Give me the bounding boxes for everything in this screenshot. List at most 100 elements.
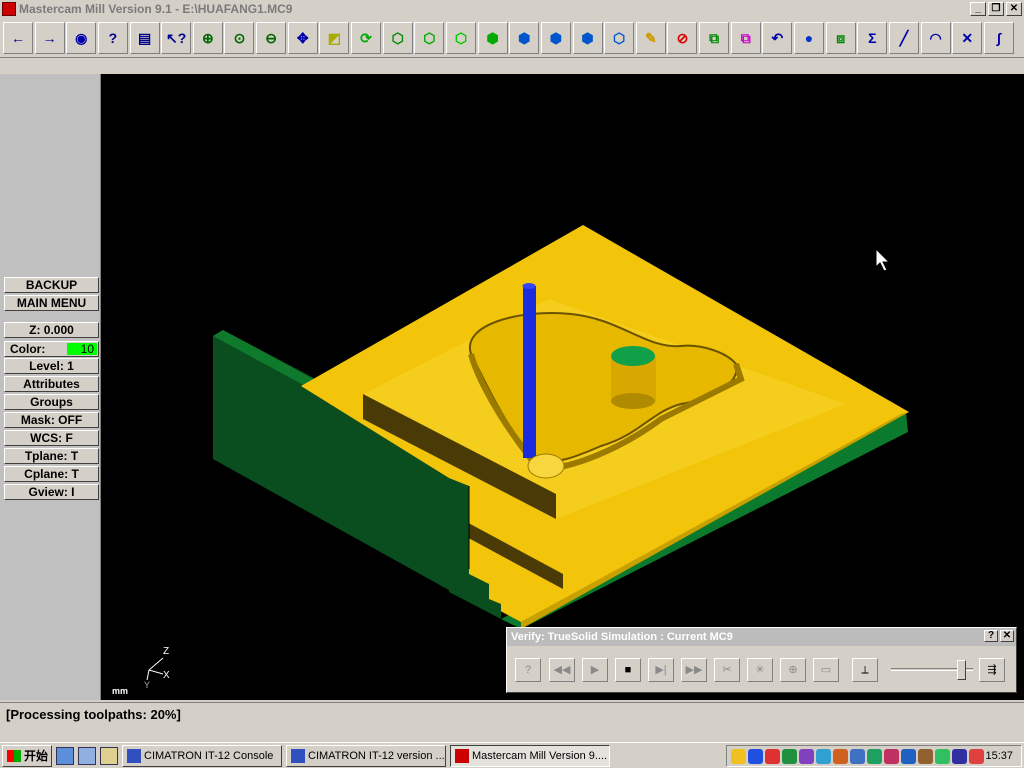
spline-icon[interactable]: ∫ bbox=[983, 22, 1014, 54]
tray-icon[interactable] bbox=[765, 748, 780, 764]
verify-help-button[interactable]: ? bbox=[984, 630, 998, 642]
backup-button[interactable]: BACKUP bbox=[4, 277, 99, 293]
minimize-button[interactable]: _ bbox=[970, 2, 986, 16]
side-view-icon[interactable]: ⬡ bbox=[445, 22, 476, 54]
tray-icon[interactable] bbox=[816, 748, 831, 764]
top-view-icon[interactable]: ⬡ bbox=[382, 22, 413, 54]
part-simulation-render: Z X Y bbox=[144, 225, 909, 690]
z-depth-button[interactable]: Z: 0.000 bbox=[4, 322, 99, 338]
tplane-button[interactable]: Tplane: T bbox=[4, 448, 99, 464]
task-cimatron-console[interactable]: CIMATRON IT-12 Console bbox=[122, 744, 282, 767]
tray-icon[interactable] bbox=[969, 748, 984, 764]
no-shading-icon[interactable]: ⊘ bbox=[667, 22, 698, 54]
calculator-icon[interactable]: ▤ bbox=[129, 22, 160, 54]
task-mastercam[interactable]: Mastercam Mill Version 9.... bbox=[450, 744, 610, 767]
verify-step-button[interactable]: ▶| bbox=[648, 658, 674, 682]
verify-dialog: Verify: TrueSolid Simulation : Current M… bbox=[506, 627, 1017, 693]
verify-zoom-button[interactable]: ⊕ bbox=[780, 658, 806, 682]
mask-button[interactable]: Mask: OFF bbox=[4, 412, 99, 428]
zoom-window-icon[interactable]: ⊕ bbox=[192, 22, 223, 54]
tray-icon[interactable] bbox=[884, 748, 899, 764]
verify-stop-button[interactable]: ■ bbox=[615, 658, 641, 682]
transform-icon[interactable]: ⧉ bbox=[699, 22, 730, 54]
verify-cut-button[interactable]: ✂ bbox=[714, 658, 740, 682]
whats-this-icon[interactable]: ↖? bbox=[161, 22, 192, 54]
trim-icon[interactable]: ✕ bbox=[952, 22, 983, 54]
task-label: CIMATRON IT-12 Console bbox=[144, 749, 274, 762]
verify-speed-button[interactable]: ⇶ bbox=[979, 658, 1005, 682]
tray-icon[interactable] bbox=[867, 748, 882, 764]
verify-title-bar: Verify: TrueSolid Simulation : Current M… bbox=[507, 628, 1016, 646]
pan-icon[interactable]: ✥ bbox=[287, 22, 318, 54]
gview-button[interactable]: Gview: I bbox=[4, 484, 99, 500]
cplane-3d-icon[interactable]: ⬡ bbox=[604, 22, 635, 54]
mcu-icon[interactable]: ◉ bbox=[66, 22, 97, 54]
sum-icon[interactable]: Σ bbox=[857, 22, 888, 54]
cplane-side-icon[interactable]: ⬢ bbox=[572, 22, 603, 54]
shade-sphere-icon[interactable]: ● bbox=[794, 22, 825, 54]
axis-z-label: Z bbox=[163, 646, 169, 657]
zoom-fit-icon[interactable]: ⊙ bbox=[224, 22, 255, 54]
tray-icon[interactable] bbox=[782, 748, 797, 764]
mastercam-app-icon[interactable] bbox=[2, 2, 16, 16]
arc-icon[interactable]: ◠ bbox=[920, 22, 951, 54]
verify-light-button[interactable]: ✳ bbox=[747, 658, 773, 682]
tray-icon[interactable] bbox=[731, 748, 746, 764]
layers-icon[interactable]: ⧈ bbox=[825, 22, 856, 54]
back-arrow-icon[interactable]: ← bbox=[3, 22, 33, 54]
help-icon[interactable]: ? bbox=[97, 22, 128, 54]
desktop-quicklaunch-icon[interactable] bbox=[100, 746, 118, 765]
verify-stop-condition-button[interactable]: ⟂ bbox=[852, 658, 878, 682]
groups-button[interactable]: Groups bbox=[4, 394, 99, 410]
verify-close-button[interactable]: ✕ bbox=[1000, 630, 1014, 642]
toolbar: ← → ◉ ? ▤ ↖? ⊕ ⊙ ⊖ ✥ ◩ ⟳ ⬡ ⬡ ⬡ ⬢ ⬢ ⬢ ⬢ ⬡… bbox=[0, 20, 1024, 56]
front-view-icon[interactable]: ⬡ bbox=[414, 22, 445, 54]
boss-cylinder-bottom bbox=[611, 393, 655, 409]
task-label: CIMATRON IT-12 version ... bbox=[308, 749, 445, 762]
analyze-icon[interactable]: ◩ bbox=[319, 22, 350, 54]
tray-icon[interactable] bbox=[901, 748, 916, 764]
undo-icon[interactable]: ↶ bbox=[762, 22, 793, 54]
cplane-button[interactable]: Cplane: T bbox=[4, 466, 99, 482]
verify-save-button[interactable]: ▭ bbox=[813, 658, 839, 682]
tray-icon[interactable] bbox=[850, 748, 865, 764]
verify-fast-forward-button[interactable]: ▶▶ bbox=[681, 658, 707, 682]
main-menu-button[interactable]: MAIN MENU bbox=[4, 295, 99, 311]
verify-config-button[interactable]: ? bbox=[515, 658, 541, 682]
verify-speed-slider-thumb[interactable] bbox=[957, 660, 966, 680]
verify-rewind-button[interactable]: ◀◀ bbox=[549, 658, 575, 682]
cplane-top-icon[interactable]: ⬢ bbox=[509, 22, 540, 54]
verify-play-button[interactable]: ▶ bbox=[582, 658, 608, 682]
windows-flag-icon bbox=[7, 749, 21, 762]
task-cimatron-version[interactable]: CIMATRON IT-12 version ... bbox=[286, 744, 446, 767]
close-button[interactable]: ✕ bbox=[1006, 2, 1022, 16]
tray-icon[interactable] bbox=[918, 748, 933, 764]
zoom-out-icon[interactable]: ⊖ bbox=[256, 22, 287, 54]
restore-button[interactable]: ❐ bbox=[988, 2, 1004, 16]
graphics-viewport[interactable]: Z X Y bbox=[101, 74, 1024, 700]
eraser-icon[interactable]: ✎ bbox=[635, 22, 666, 54]
units-label: mm bbox=[112, 686, 129, 696]
tray-icon[interactable] bbox=[799, 748, 814, 764]
mastercam-icon bbox=[455, 748, 469, 763]
tray-icon[interactable] bbox=[833, 748, 848, 764]
forward-arrow-icon[interactable]: → bbox=[34, 22, 65, 54]
rotate-icon[interactable]: ⟳ bbox=[351, 22, 382, 54]
ie-quicklaunch-icon[interactable] bbox=[56, 746, 74, 765]
attributes-button[interactable]: Attributes bbox=[4, 376, 99, 392]
tray-icon[interactable] bbox=[952, 748, 967, 764]
wcs-button[interactable]: WCS: F bbox=[4, 430, 99, 446]
tray-icon[interactable] bbox=[935, 748, 950, 764]
start-label: 开始 bbox=[24, 749, 49, 763]
cplane-front-icon[interactable]: ⬢ bbox=[540, 22, 571, 54]
outlook-quicklaunch-icon[interactable] bbox=[78, 746, 96, 765]
line-icon[interactable]: ╱ bbox=[888, 22, 919, 54]
level-button[interactable]: Level: 1 bbox=[4, 358, 99, 374]
translate-icon[interactable]: ⧉ bbox=[730, 22, 761, 54]
cimatron-icon bbox=[291, 748, 305, 763]
tray-icon[interactable] bbox=[748, 748, 763, 764]
color-button[interactable]: Color: 10 bbox=[4, 341, 99, 357]
clock[interactable]: 15:37 bbox=[985, 750, 1013, 762]
start-button[interactable]: 开始 bbox=[2, 744, 52, 767]
iso-view-icon[interactable]: ⬢ bbox=[477, 22, 508, 54]
